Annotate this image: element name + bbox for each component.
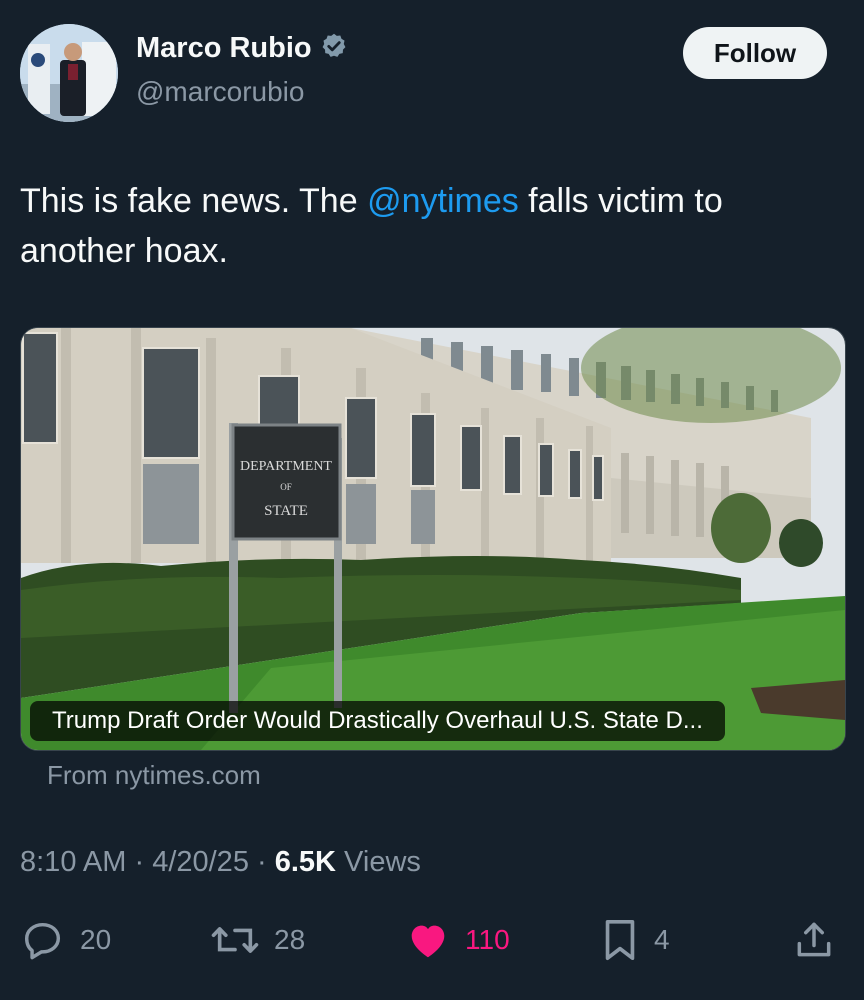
bookmark-button[interactable]: 4 bbox=[600, 915, 670, 965]
meta-separator: · bbox=[248, 846, 275, 878]
share-button[interactable] bbox=[792, 915, 836, 965]
tweet-date[interactable]: 4/20/25 bbox=[152, 846, 249, 878]
bookmark-count: 4 bbox=[654, 924, 670, 955]
reply-button[interactable]: 20 bbox=[20, 915, 111, 965]
mention-link[interactable]: @nytimes bbox=[367, 182, 519, 220]
reply-icon bbox=[24, 922, 61, 960]
tweet-time[interactable]: 8:10 AM bbox=[20, 846, 126, 878]
sign-line-1: DEPARTMENT bbox=[240, 459, 332, 474]
tweet-meta: 8:10 AM · 4/20/25 · 6.5K Views bbox=[20, 846, 421, 879]
tweet-text-start: This is fake news. The bbox=[20, 182, 368, 220]
tweet-text: This is fake news. The @nytimes falls vi… bbox=[20, 176, 820, 276]
follow-button[interactable]: Follow bbox=[683, 27, 827, 79]
sign-line-3: STATE bbox=[264, 503, 308, 519]
views-label: Views bbox=[336, 846, 421, 878]
display-name[interactable]: Marco Rubio bbox=[136, 32, 312, 65]
repost-icon bbox=[211, 927, 259, 953]
views-count: 6.5K bbox=[274, 846, 336, 878]
avatar[interactable] bbox=[20, 24, 118, 122]
repost-button[interactable]: 28 bbox=[210, 915, 305, 965]
repost-count: 28 bbox=[274, 924, 306, 955]
link-preview-card[interactable]: DEPARTMENT OF STATE bbox=[20, 327, 846, 751]
verified-badge-icon bbox=[320, 32, 348, 65]
card-source[interactable]: From nytimes.com bbox=[47, 760, 261, 791]
meta-separator: · bbox=[126, 846, 153, 878]
like-count: 110 bbox=[465, 924, 510, 955]
sign-line-2: OF bbox=[280, 482, 292, 492]
bookmark-icon bbox=[605, 919, 635, 961]
card-image: DEPARTMENT OF STATE bbox=[21, 328, 845, 750]
action-bar: 20 28 110 4 bbox=[0, 915, 864, 965]
like-button[interactable]: 110 bbox=[405, 915, 510, 965]
user-handle[interactable]: @marcorubio bbox=[136, 76, 304, 108]
share-icon bbox=[797, 922, 831, 957]
heart-icon bbox=[411, 925, 445, 958]
card-headline[interactable]: Trump Draft Order Would Drastically Over… bbox=[30, 701, 725, 741]
reply-count: 20 bbox=[80, 924, 112, 955]
avatar-photo bbox=[20, 24, 118, 122]
